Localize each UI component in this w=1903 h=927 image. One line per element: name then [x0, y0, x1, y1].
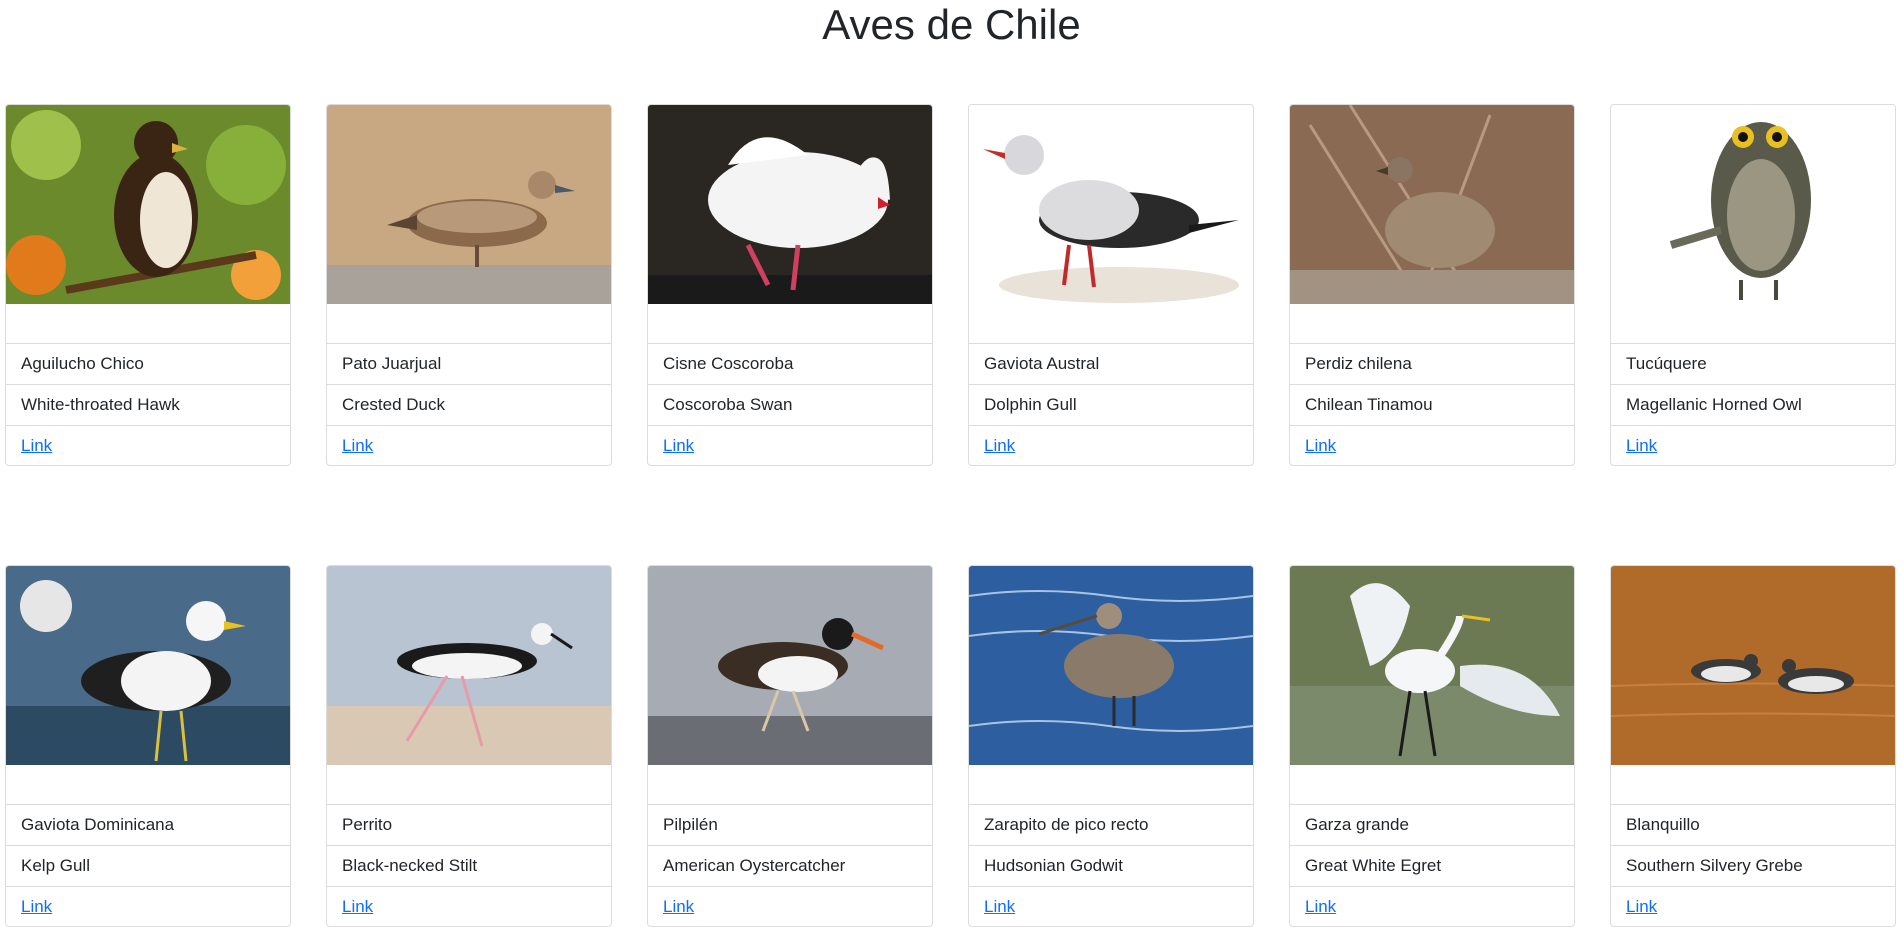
- bird-english-name: Hudsonian Godwit: [969, 846, 1253, 887]
- bird-english-name: American Oystercatcher: [648, 846, 932, 887]
- bird-link[interactable]: Link: [1626, 897, 1657, 916]
- bird-card: Zarapito de pico recto Hudsonian Godwit Li…: [968, 565, 1254, 927]
- duck-photo: [327, 105, 611, 304]
- card-body: [1611, 304, 1895, 344]
- bird-link-row: Link: [1290, 887, 1574, 926]
- bird-link-row: Link: [648, 887, 932, 926]
- bird-spanish-name: Perdiz chilena: [1290, 344, 1574, 385]
- bird-spanish-name: Zarapito de pico recto: [969, 805, 1253, 846]
- bird-spanish-name: Cisne Coscoroba: [648, 344, 932, 385]
- bird-card: Garza grande Great White Egret Link: [1289, 565, 1575, 927]
- bird-spanish-name: Aguilucho Chico: [6, 344, 290, 385]
- bird-english-name: Coscoroba Swan: [648, 385, 932, 426]
- bird-link[interactable]: Link: [21, 436, 52, 455]
- card-body: [648, 304, 932, 344]
- bird-link-row: Link: [6, 887, 290, 926]
- card-body: [648, 765, 932, 805]
- bird-card: Tucúquere Magellanic Horned Owl Link: [1610, 104, 1896, 466]
- bird-spanish-name: Perrito: [327, 805, 611, 846]
- bird-link[interactable]: Link: [984, 897, 1015, 916]
- bird-english-name: Southern Silvery Grebe: [1611, 846, 1895, 887]
- bird-spanish-name: Gaviota Austral: [969, 344, 1253, 385]
- bird-english-name: White-throated Hawk: [6, 385, 290, 426]
- owl-illustration: [1611, 105, 1895, 304]
- bird-card: Aguilucho Chico White-throated Hawk Link: [5, 104, 291, 466]
- bird-card: Pilpilén American Oystercatcher Link: [647, 565, 933, 927]
- card-body: [969, 765, 1253, 805]
- bird-english-name: Dolphin Gull: [969, 385, 1253, 426]
- bird-english-name: Magellanic Horned Owl: [1611, 385, 1895, 426]
- bird-english-name: Kelp Gull: [6, 846, 290, 887]
- bird-card: Gaviota Dominicana Kelp Gull Link: [5, 565, 291, 927]
- bird-link[interactable]: Link: [21, 897, 52, 916]
- bird-link-row: Link: [6, 426, 290, 465]
- bird-spanish-name: Gaviota Dominicana: [6, 805, 290, 846]
- bird-spanish-name: Tucúquere: [1611, 344, 1895, 385]
- card-body: [1611, 765, 1895, 805]
- tinamou-photo: [1290, 105, 1574, 304]
- godwit-photo: [969, 566, 1253, 765]
- bird-link[interactable]: Link: [663, 897, 694, 916]
- bird-english-name: Black-necked Stilt: [327, 846, 611, 887]
- bird-link[interactable]: Link: [342, 436, 373, 455]
- bird-card: Pato Juarjual Crested Duck Link: [326, 104, 612, 466]
- bird-link[interactable]: Link: [1305, 897, 1336, 916]
- bird-link[interactable]: Link: [1305, 436, 1336, 455]
- bird-link[interactable]: Link: [663, 436, 694, 455]
- egret-photo: [1290, 566, 1574, 765]
- bird-link[interactable]: Link: [1626, 436, 1657, 455]
- bird-link-row: Link: [327, 426, 611, 465]
- card-body: [6, 304, 290, 344]
- hawk-photo: [6, 105, 290, 304]
- bird-english-name: Great White Egret: [1290, 846, 1574, 887]
- bird-link-row: Link: [1611, 887, 1895, 926]
- bird-card: Cisne Coscoroba Coscoroba Swan Link: [647, 104, 933, 466]
- bird-spanish-name: Pato Juarjual: [327, 344, 611, 385]
- bird-spanish-name: Pilpilén: [648, 805, 932, 846]
- bird-link[interactable]: Link: [984, 436, 1015, 455]
- bird-card: Perrito Black-necked Stilt Link: [326, 565, 612, 927]
- grebe-photo: [1611, 566, 1895, 765]
- card-body: [327, 765, 611, 805]
- bird-link-row: Link: [969, 887, 1253, 926]
- oystercatcher-photo: [648, 566, 932, 765]
- bird-spanish-name: Blanquillo: [1611, 805, 1895, 846]
- bird-card: Blanquillo Southern Silvery Grebe Link: [1610, 565, 1896, 927]
- card-body: [6, 765, 290, 805]
- bird-english-name: Crested Duck: [327, 385, 611, 426]
- bird-link-row: Link: [648, 426, 932, 465]
- gull-photo: [969, 105, 1253, 304]
- bird-link-row: Link: [969, 426, 1253, 465]
- bird-link-row: Link: [327, 887, 611, 926]
- kelp-gull-photo: [6, 566, 290, 765]
- swan-photo: [648, 105, 932, 304]
- bird-english-name: Chilean Tinamou: [1290, 385, 1574, 426]
- card-body: [1290, 765, 1574, 805]
- card-body: [1290, 304, 1574, 344]
- stilt-photo: [327, 566, 611, 765]
- bird-card-grid: Aguilucho Chico White-throated Hawk Link P…: [0, 0, 1903, 927]
- bird-spanish-name: Garza grande: [1290, 805, 1574, 846]
- bird-link[interactable]: Link: [342, 897, 373, 916]
- bird-link-row: Link: [1290, 426, 1574, 465]
- bird-card: Gaviota Austral Dolphin Gull Link: [968, 104, 1254, 466]
- bird-card: Perdiz chilena Chilean Tinamou Link: [1289, 104, 1575, 466]
- bird-link-row: Link: [1611, 426, 1895, 465]
- card-body: [969, 304, 1253, 344]
- card-body: [327, 304, 611, 344]
